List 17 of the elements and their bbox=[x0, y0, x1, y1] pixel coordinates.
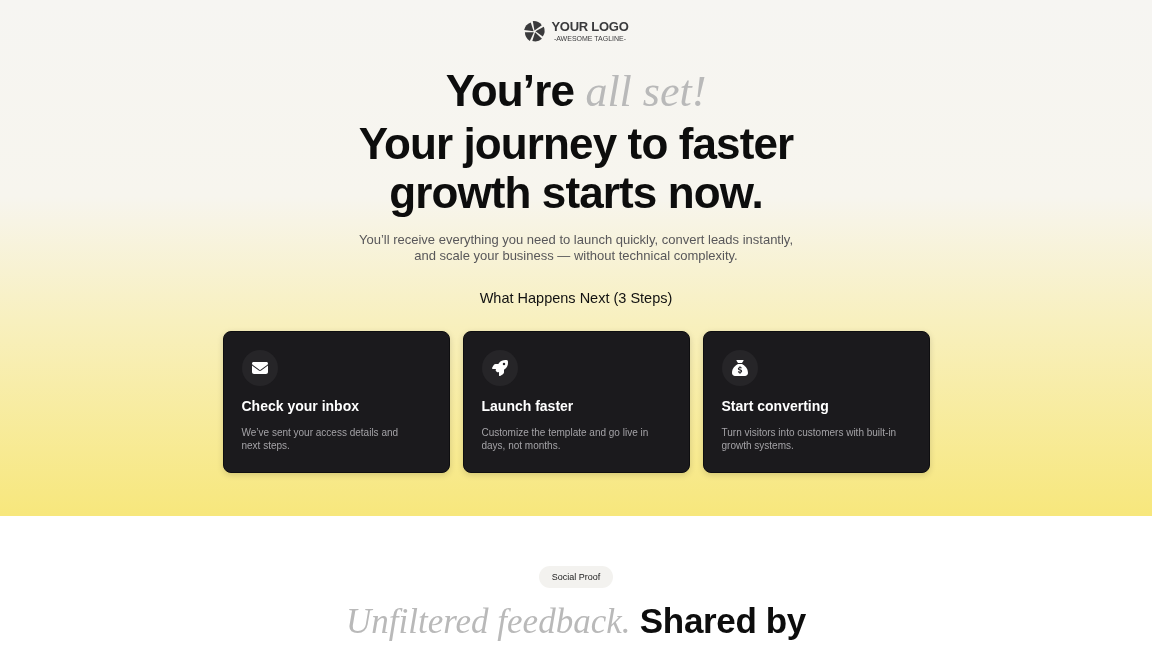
hero-heading: Your journey to faster growth starts now. bbox=[357, 119, 795, 217]
card-title: Start converting bbox=[721, 397, 829, 415]
pinwheel-logo-icon bbox=[523, 20, 547, 43]
rocket-icon bbox=[481, 350, 518, 386]
envelope-icon bbox=[241, 350, 278, 386]
section-heading: Unfiltered feedback. Shared by bbox=[346, 601, 806, 642]
card-title: Check your inbox bbox=[241, 397, 359, 415]
hero-subtitle: You’ll receive everything you need to launch quickly, convert leads instantly, and scale your business — without technical complexity. bbox=[357, 232, 795, 264]
section-label: Social Proof bbox=[538, 566, 614, 588]
card-description: We’ve sent your access details and next steps. bbox=[241, 427, 400, 452]
hero-heading: You’re all set! bbox=[445, 66, 707, 117]
card-title: Launch faster bbox=[481, 397, 574, 415]
card-description: Customize the template and go live in days, not months. bbox=[481, 427, 650, 452]
card-description: Turn visitors into customers with built-in growth systems. bbox=[721, 427, 898, 452]
steps-heading: What Happens Next (3 Steps) bbox=[479, 289, 673, 307]
money-bag-icon bbox=[721, 350, 758, 386]
logo-text: YOUR LOGO bbox=[551, 20, 629, 34]
